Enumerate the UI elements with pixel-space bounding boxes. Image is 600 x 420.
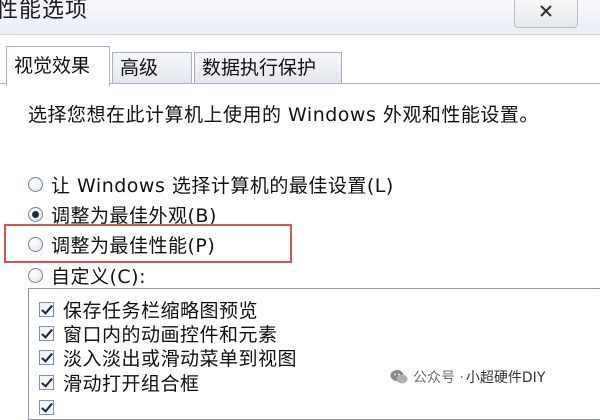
tab-advanced[interactable]: 高级 bbox=[112, 52, 192, 83]
watermark: 公众号 · 小超硬件DIY bbox=[390, 364, 545, 390]
radio-label: 让 Windows 选择计算机的最佳设置(L) bbox=[51, 174, 394, 197]
list-item-label: 淡入淡出或滑动菜单到视图 bbox=[63, 347, 298, 370]
window-title: 性能选项 bbox=[0, 0, 89, 23]
effects-list[interactable]: 保存任务栏缩略图预览 窗口内的动画控件和元素 淡入淡出或滑动菜单到视图 滑动打开… bbox=[28, 288, 600, 420]
radio-button[interactable] bbox=[28, 206, 43, 222]
list-item-label: 保存任务栏缩略图预览 bbox=[63, 299, 259, 322]
checkbox[interactable] bbox=[39, 325, 54, 341]
tab-bar: 视觉效果 高级 数据执行保护 bbox=[0, 44, 600, 86]
checkbox[interactable] bbox=[39, 301, 54, 317]
title-bar: 性能选项 bbox=[0, 0, 600, 35]
list-item[interactable]: 保存任务栏缩略图预览 bbox=[39, 297, 259, 322]
checkbox[interactable] bbox=[39, 399, 54, 415]
checkbox[interactable] bbox=[39, 349, 54, 365]
tab-data-execution-prevention[interactable]: 数据执行保护 bbox=[194, 52, 342, 83]
radio-label: 自定义(C): bbox=[51, 265, 146, 288]
list-item-label: 窗口内的动画控件和元素 bbox=[63, 323, 278, 346]
watermark-account-name: 小超硬件DIY bbox=[465, 370, 546, 386]
radio-button[interactable] bbox=[28, 176, 43, 192]
list-item[interactable] bbox=[39, 395, 63, 419]
checkbox[interactable] bbox=[39, 374, 54, 390]
close-icon bbox=[540, 5, 552, 17]
close-button[interactable] bbox=[514, 0, 578, 28]
watermark-prefix: 公众号 · bbox=[413, 370, 464, 386]
list-item[interactable]: 窗口内的动画控件和元素 bbox=[39, 321, 278, 346]
list-item-label: 滑动打开组合框 bbox=[63, 372, 200, 395]
tab-visual-effects[interactable]: 视觉效果 bbox=[6, 46, 110, 86]
radio-let-windows-choose[interactable]: 让 Windows 选择计算机的最佳设置(L) bbox=[28, 171, 394, 197]
wechat-icon bbox=[390, 370, 408, 384]
radio-custom[interactable]: 自定义(C): bbox=[28, 262, 146, 288]
description-text: 选择您想在此计算机上使用的 Windows 外观和性能设置。 bbox=[28, 104, 539, 126]
list-item[interactable]: 淡入淡出或滑动菜单到视图 bbox=[39, 345, 298, 370]
list-item[interactable]: 滑动打开组合框 bbox=[39, 370, 200, 395]
highlight-annotation-box bbox=[4, 224, 292, 263]
radio-button[interactable] bbox=[28, 267, 43, 283]
